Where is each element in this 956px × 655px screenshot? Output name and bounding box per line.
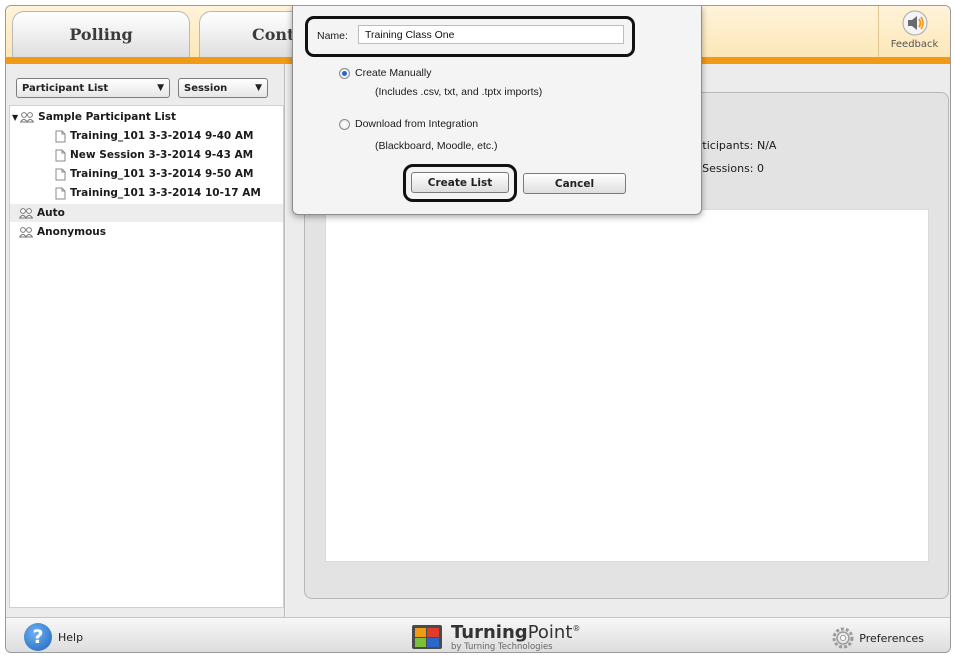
document-icon (55, 187, 66, 199)
create-list-highlight: Create List (403, 164, 517, 202)
expand-caret-icon[interactable]: ▼ (12, 113, 18, 122)
sessions-value: 0 (757, 162, 764, 175)
help-label: Help (58, 630, 84, 644)
tree-item-anonymous[interactable]: Anonymous (19, 223, 106, 241)
download-integration-note: (Blackboard, Moodle, etc.) (375, 140, 498, 152)
tree-item-auto[interactable]: Auto (10, 204, 283, 222)
tree-item-label: Training_101 3-3-2014 9-50 AM (70, 168, 254, 180)
tree-item-label: Training_101 3-3-2014 10-17 AM (70, 187, 261, 199)
tree-item-session[interactable]: New Session 3-3-2014 9-43 AM (55, 146, 253, 164)
create-manually-label: Create Manually (355, 67, 432, 79)
feedback-label: Feedback (890, 39, 939, 50)
tree-item-sample-participant-list[interactable]: ▼ Sample Participant List (12, 108, 176, 126)
selector-row: Participant List ▼ Session ▼ (16, 78, 268, 98)
chevron-down-icon: ▼ (255, 83, 262, 93)
download-integration-label: Download from Integration (355, 118, 479, 130)
participant-grid-area[interactable] (325, 209, 929, 562)
brand-subtitle: by Turning Technologies (451, 642, 553, 652)
tree-item-session[interactable]: Training_101 3-3-2014 10-17 AM (55, 184, 261, 202)
group-icon (19, 227, 33, 238)
preferences-label: Preferences (859, 631, 924, 645)
tree-item-label: Sample Participant List (38, 111, 177, 123)
tree-item-label: Anonymous (37, 226, 107, 238)
help-button[interactable]: ? Help (24, 623, 83, 651)
gear-icon (832, 627, 854, 649)
session-dropdown[interactable]: Session ▼ (178, 78, 268, 98)
create-manually-note: (Includes .csv, txt, and .tptx imports) (375, 86, 543, 98)
create-list-dialog: Name: Create Manually (Includes .csv, tx… (292, 6, 702, 215)
tab-polling[interactable]: Polling (12, 11, 190, 57)
participant-list-dropdown[interactable]: Participant List ▼ (16, 78, 170, 98)
document-icon (55, 149, 66, 161)
participants-value: N/A (757, 139, 777, 152)
brand-name: TurningPoint® (451, 622, 581, 643)
feedback-button[interactable]: Feedback (878, 6, 950, 57)
tree-item-session[interactable]: Training_101 3-3-2014 9-40 AM (55, 127, 253, 145)
session-dropdown-label: Session (184, 82, 228, 94)
tree-item-session[interactable]: Training_101 3-3-2014 9-50 AM (55, 165, 253, 183)
cancel-button[interactable]: Cancel (523, 173, 626, 194)
participant-list-dropdown-label: Participant List (22, 82, 109, 94)
speaker-icon (902, 10, 927, 36)
participant-tree: ▼ Sample Participant List Training_101 3… (9, 105, 284, 608)
group-icon (19, 208, 33, 219)
chevron-down-icon: ▼ (157, 83, 164, 93)
turningpoint-logo-icon (412, 624, 442, 649)
tree-item-label: Training_101 3-3-2014 9-40 AM (70, 130, 254, 142)
help-icon: ? (24, 623, 52, 651)
name-input[interactable] (358, 25, 624, 44)
document-icon (55, 168, 66, 180)
app-window: Polling Cont Feedback Participant List ▼… (5, 5, 951, 653)
document-icon (55, 130, 66, 142)
name-field-highlight: Name: (305, 16, 635, 57)
radio-create-manually[interactable] (339, 68, 350, 79)
turningpoint-logo: TurningPoint® by Turning Technologies (411, 621, 580, 652)
group-icon (20, 112, 35, 123)
bottom-bar: ? Help TurningPoint® by Turning Technolo… (6, 617, 950, 652)
name-label: Name: (317, 30, 348, 42)
tree-item-label: New Session 3-3-2014 9-43 AM (70, 149, 254, 161)
create-list-button[interactable]: Create List (411, 172, 509, 193)
left-panel: Participant List ▼ Session ▼ ▼ Sample Pa… (6, 64, 285, 617)
preferences-button[interactable]: Preferences (831, 626, 924, 650)
tree-item-label: Auto (37, 207, 65, 219)
radio-download-integration[interactable] (339, 119, 350, 130)
